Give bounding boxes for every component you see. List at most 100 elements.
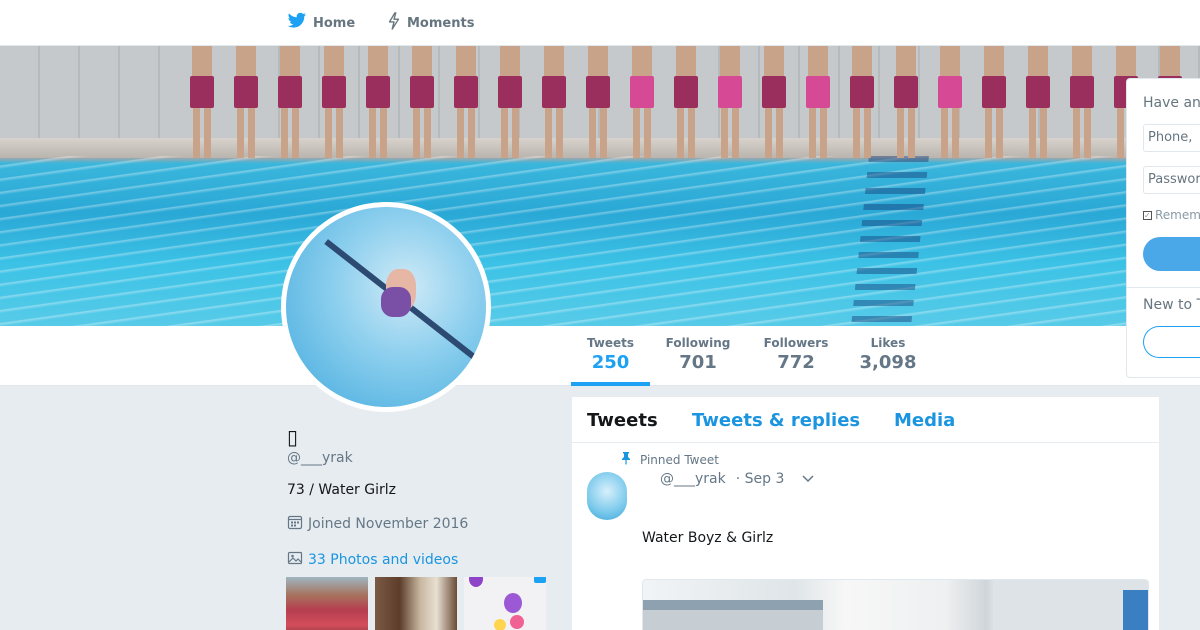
- stat-label: Following: [665, 336, 731, 350]
- banner-swimmer: [540, 46, 568, 158]
- stat-value: 772: [777, 352, 815, 373]
- tweet-timestamp[interactable]: · Sep 3: [736, 471, 785, 487]
- swimmer-part: [1073, 108, 1080, 158]
- swimmer-part: [366, 76, 390, 108]
- swimmer-part: [806, 76, 830, 108]
- swimmer-part: [850, 76, 874, 108]
- swimmer-part: [369, 108, 376, 158]
- swimmer-part: [413, 108, 420, 158]
- banner-swimmer: [760, 46, 788, 158]
- profile-avatar[interactable]: [281, 202, 491, 412]
- banner-swimmer: [980, 46, 1008, 158]
- swimmer-part: [412, 46, 432, 76]
- swimmer-part: [809, 108, 816, 158]
- swimmer-part: [1026, 76, 1050, 108]
- swimmer-part: [588, 46, 608, 76]
- remember-checkbox[interactable]: ✓: [1143, 210, 1152, 220]
- stat-following[interactable]: Following 701: [660, 336, 736, 373]
- profile-bio: 73 / Water Girlz: [287, 482, 396, 498]
- tweet-avatar[interactable]: [587, 472, 627, 520]
- login-button[interactable]: [1143, 237, 1200, 271]
- photo-icon: [287, 550, 303, 570]
- swimmer-part: [512, 108, 519, 158]
- banner-swimmer: [276, 46, 304, 158]
- balloon: [469, 577, 483, 587]
- banner-swimmer: [804, 46, 832, 158]
- banner-swimmer: [936, 46, 964, 158]
- nav-home[interactable]: Home: [287, 0, 355, 46]
- tweet-text: Water Boyz & Girlz: [642, 530, 774, 546]
- tab-media[interactable]: Media: [894, 410, 955, 431]
- banner-swimmer: [232, 46, 260, 158]
- swimmer-part: [586, 76, 610, 108]
- swimmer-part: [501, 108, 508, 158]
- login-heading: Have an: [1143, 95, 1200, 111]
- tab-tweets-replies[interactable]: Tweets & replies: [692, 410, 860, 431]
- nav-home-label: Home: [313, 15, 356, 31]
- tweet-media[interactable]: [642, 579, 1149, 630]
- photos-videos-link[interactable]: 33 Photos and videos: [287, 550, 458, 570]
- swimmer-part: [776, 108, 783, 158]
- swimmer-part: [281, 108, 288, 158]
- stat-tweets[interactable]: Tweets 250: [571, 336, 650, 386]
- balloon: [534, 577, 546, 583]
- swimmer-part: [894, 76, 918, 108]
- profile-handle[interactable]: @___yrak: [287, 450, 353, 466]
- phone-field[interactable]: Phone,: [1143, 124, 1200, 152]
- avatar-swimsuit: [381, 287, 411, 317]
- swimmer-part: [765, 108, 772, 158]
- swimmer-part: [454, 76, 478, 108]
- pinned-tweet-label: Pinned Tweet: [620, 451, 719, 468]
- profile-fullname[interactable]: ▯: [287, 425, 298, 449]
- swimmer-part: [1029, 108, 1036, 158]
- swimmer-part: [192, 46, 212, 76]
- stat-value: 701: [679, 352, 717, 373]
- swimmer-part: [952, 108, 959, 158]
- nav-moments[interactable]: Moments: [387, 0, 474, 46]
- swimmer-part: [1070, 76, 1094, 108]
- tweet-header: @___yrak · Sep 3: [660, 471, 814, 487]
- remember-me[interactable]: ✓ Remem: [1143, 208, 1200, 222]
- swimmer-part: [732, 108, 739, 158]
- avatar-image: [286, 207, 486, 407]
- swimmer-part: [633, 108, 640, 158]
- stat-label: Followers: [763, 336, 829, 350]
- tab-tweets[interactable]: Tweets: [587, 410, 658, 431]
- swimmer-part: [764, 46, 784, 76]
- photos-videos-label: 33 Photos and videos: [308, 552, 459, 568]
- profile-banner: [0, 46, 1200, 326]
- balloon: [504, 593, 522, 613]
- swimmer-part: [644, 108, 651, 158]
- banner-swimmer: [628, 46, 656, 158]
- media-thumbnail[interactable]: [286, 577, 368, 630]
- stat-followers[interactable]: Followers 772: [760, 336, 832, 373]
- swimmer-part: [498, 76, 522, 108]
- banner-swimmer: [188, 46, 216, 158]
- swimmer-part: [1028, 46, 1048, 76]
- tweet-handle[interactable]: @___yrak: [660, 471, 726, 487]
- swimmer-part: [322, 76, 346, 108]
- remember-label: Remem: [1155, 208, 1200, 222]
- media-thumbnail[interactable]: [464, 577, 546, 630]
- stat-likes[interactable]: Likes 3,098: [856, 336, 920, 373]
- swimmer-part: [589, 108, 596, 158]
- swimmer-part: [237, 108, 244, 158]
- swimmer-part: [500, 46, 520, 76]
- nav-moments-label: Moments: [407, 15, 475, 31]
- signup-button[interactable]: [1143, 326, 1200, 358]
- banner-swimmer: [716, 46, 744, 158]
- lightning-icon: [387, 12, 401, 34]
- swimmer-part: [908, 108, 915, 158]
- swimmer-part: [688, 108, 695, 158]
- swimmer-part: [630, 76, 654, 108]
- swimmer-part: [248, 108, 255, 158]
- swimmer-part: [941, 108, 948, 158]
- profile-joined: Joined November 2016: [287, 514, 468, 534]
- swimmer-part: [456, 46, 476, 76]
- chevron-down-icon[interactable]: [802, 472, 814, 487]
- media-thumbnail[interactable]: [375, 577, 457, 630]
- pinned-text: Pinned Tweet: [640, 452, 719, 467]
- swimmer-part: [762, 76, 786, 108]
- swimmer-part: [853, 108, 860, 158]
- password-field[interactable]: Passwor: [1143, 166, 1200, 194]
